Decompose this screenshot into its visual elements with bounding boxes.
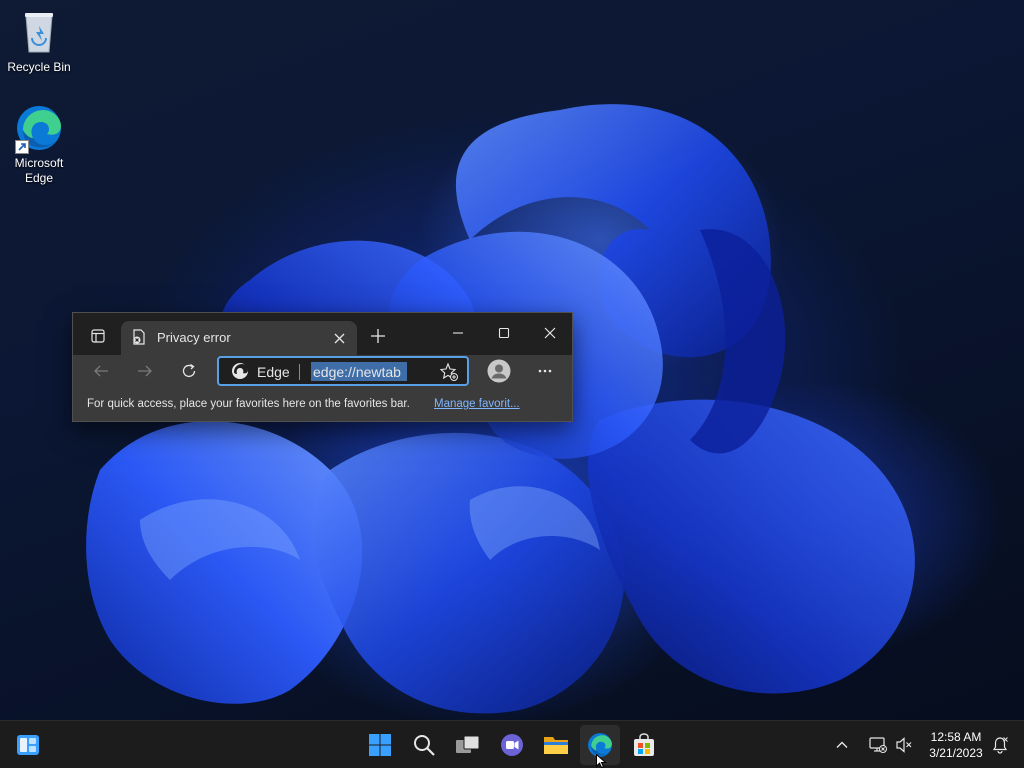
windows-logo-icon xyxy=(369,734,391,756)
desktop-icon-microsoft-edge[interactable]: Microsoft Edge xyxy=(1,104,77,186)
edge-browser-window: Privacy error Edge edge://newtab For qui… xyxy=(72,312,573,422)
volume-button[interactable] xyxy=(892,725,916,765)
error-page-icon xyxy=(133,329,145,345)
tab-close-button[interactable] xyxy=(327,326,351,350)
tab-actions-icon xyxy=(91,329,105,343)
favorites-bar: For quick access, place your favorites h… xyxy=(73,387,572,421)
maximize-icon xyxy=(498,327,510,339)
chevron-up-icon xyxy=(836,741,848,748)
volume-muted-icon xyxy=(896,737,912,753)
chat-button[interactable] xyxy=(492,725,532,765)
edge-icon xyxy=(15,104,63,154)
microsoft-edge-label: Microsoft Edge xyxy=(14,156,64,185)
clock[interactable]: 12:58 AM 3/21/2023 xyxy=(922,729,990,761)
minimize-button[interactable] xyxy=(442,317,474,349)
show-hidden-icons-button[interactable] xyxy=(830,725,854,765)
settings-and-more-button[interactable] xyxy=(530,356,560,386)
network-status-button[interactable] xyxy=(866,725,890,765)
widgets-icon xyxy=(17,735,39,755)
file-explorer-button[interactable] xyxy=(536,725,576,765)
more-horizontal-icon xyxy=(538,369,552,373)
search-button[interactable] xyxy=(404,725,444,765)
task-view-button[interactable] xyxy=(448,725,488,765)
refresh-icon xyxy=(182,363,196,378)
shortcut-arrow-icon xyxy=(15,140,29,154)
recycle-bin-label: Recycle Bin xyxy=(7,60,71,74)
close-icon xyxy=(544,327,556,339)
folder-icon xyxy=(544,737,568,754)
tab-title: Privacy error xyxy=(157,330,231,345)
profile-avatar-icon xyxy=(487,359,511,383)
task-view-icon xyxy=(456,735,480,753)
back-button[interactable] xyxy=(86,356,116,386)
tab-actions-button[interactable] xyxy=(82,320,114,352)
manage-favorites-link[interactable]: Manage favorit... xyxy=(434,398,520,410)
navigation-toolbar: Edge xyxy=(73,355,572,387)
favorites-bar-message: For quick access, place your favorites h… xyxy=(87,398,410,410)
address-separator xyxy=(299,364,300,380)
notifications-button[interactable] xyxy=(988,725,1012,765)
recycle-bin-icon xyxy=(15,8,63,56)
refresh-button[interactable] xyxy=(174,356,204,386)
forward-button[interactable] xyxy=(130,356,160,386)
search-icon xyxy=(414,735,435,756)
close-icon xyxy=(334,333,344,343)
taskbar: 12:58 AM 3/21/2023 xyxy=(0,720,1024,768)
clock-time: 12:58 AM xyxy=(930,730,982,744)
teams-chat-icon xyxy=(501,734,523,756)
network-disconnected-icon xyxy=(869,737,887,753)
arrow-right-icon xyxy=(138,365,152,377)
mouse-cursor-icon xyxy=(596,754,607,768)
profile-button[interactable] xyxy=(484,356,514,386)
notification-bell-icon xyxy=(992,737,1008,754)
add-favorite-icon[interactable] xyxy=(439,362,459,382)
desktop-icon-recycle-bin[interactable]: Recycle Bin xyxy=(1,8,77,75)
store-icon xyxy=(634,733,654,756)
tab-privacy-error[interactable]: Privacy error xyxy=(121,321,357,355)
new-tab-button[interactable] xyxy=(362,320,394,352)
desktop: Recycle Bin Microsoft Edge Privacy error… xyxy=(0,0,1024,768)
maximize-button[interactable] xyxy=(488,317,520,349)
minimize-icon xyxy=(453,332,463,334)
edge-logo-icon xyxy=(232,363,248,379)
arrow-left-icon xyxy=(94,365,108,377)
clock-date: 3/21/2023 xyxy=(929,746,983,760)
microsoft-store-button[interactable] xyxy=(624,725,664,765)
url-input[interactable] xyxy=(311,362,407,381)
start-button[interactable] xyxy=(360,725,400,765)
widgets-button[interactable] xyxy=(8,725,48,765)
title-bar: Privacy error xyxy=(73,313,572,355)
address-bar[interactable]: Edge xyxy=(217,356,469,386)
plus-icon xyxy=(371,329,385,343)
close-window-button[interactable] xyxy=(534,317,566,349)
site-name: Edge xyxy=(257,364,290,380)
